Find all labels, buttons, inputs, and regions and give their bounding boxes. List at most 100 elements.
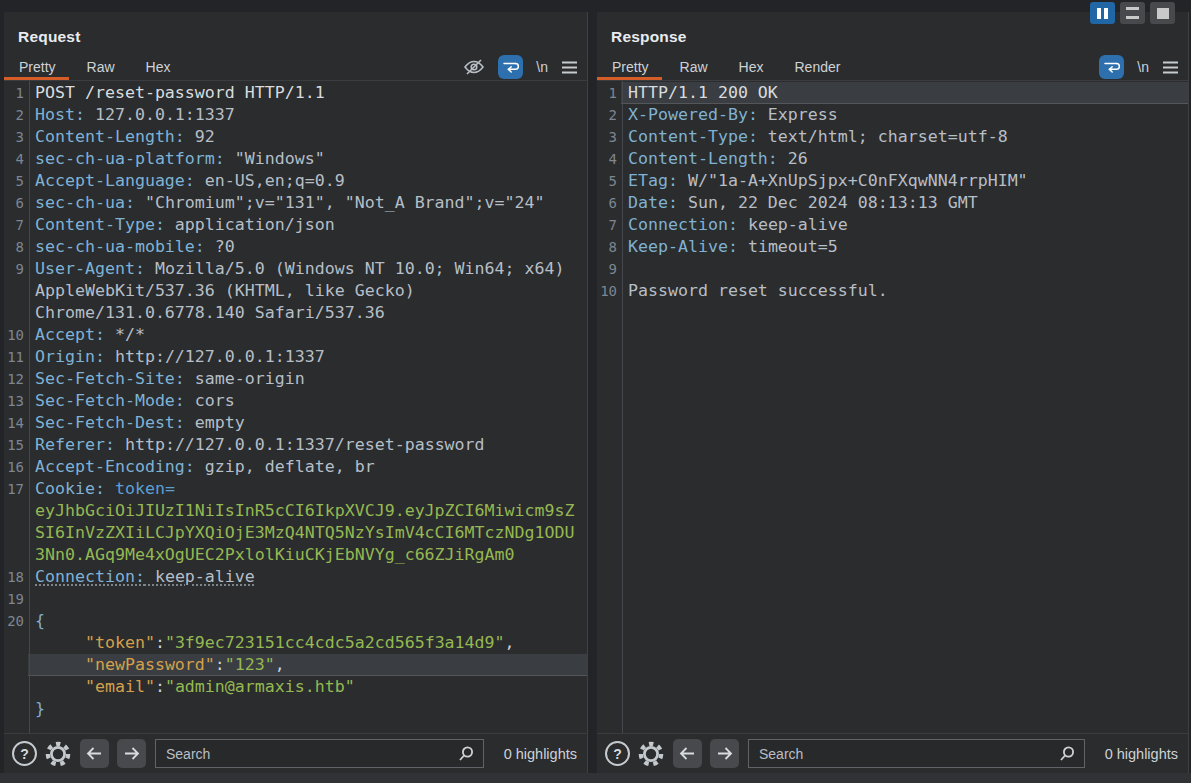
line-number: 3 bbox=[4, 126, 24, 148]
request-editor[interactable]: 1POST /reset-password HTTP/1.12Host: 127… bbox=[4, 80, 587, 733]
response-search-bar: ? bbox=[597, 733, 1188, 773]
code-line[interactable]: } bbox=[4, 698, 587, 720]
tab-render[interactable]: Render bbox=[795, 59, 841, 75]
previous-match-button[interactable] bbox=[673, 739, 702, 768]
code-line[interactable]: "newPassword":"123", bbox=[4, 654, 587, 676]
editor-menu-icon[interactable] bbox=[561, 61, 578, 74]
code-line[interactable]: SI6InVzZXIiLCJpYXQiOjE3MzQ4NTQ5NzYsImV4c… bbox=[4, 522, 587, 544]
code-line[interactable]: 7Connection: keep-alive bbox=[597, 214, 1188, 236]
code-text: Sec-Fetch-Mode: cors bbox=[28, 390, 587, 412]
code-line[interactable]: 8sec-ch-ua-mobile: ?0 bbox=[4, 236, 587, 258]
arrow-right-icon bbox=[123, 746, 140, 761]
word-wrap-icon bbox=[1103, 60, 1120, 74]
code-text: Cookie: token= bbox=[28, 478, 587, 500]
response-editor[interactable]: 1HTTP/1.1 200 OK2X-Powered-By: Express3C… bbox=[597, 80, 1188, 733]
code-line[interactable]: 12Sec-Fetch-Site: same-origin bbox=[4, 368, 587, 390]
hide-nonprintable-icon[interactable] bbox=[463, 58, 485, 76]
line-number bbox=[4, 698, 24, 720]
code-line[interactable]: 14Sec-Fetch-Dest: empty bbox=[4, 412, 587, 434]
code-line[interactable]: 18Connection: keep-alive bbox=[4, 566, 587, 588]
code-text: Accept: */* bbox=[28, 324, 587, 346]
tab-pretty-active[interactable]: Pretty bbox=[19, 59, 56, 75]
code-text: Content-Length: 26 bbox=[621, 148, 1188, 170]
code-line[interactable]: 9User-Agent: Mozilla/5.0 (Windows NT 10.… bbox=[4, 258, 587, 280]
layout-button[interactable] bbox=[1120, 2, 1145, 24]
code-line[interactable]: eyJhbGciOiJIUzI1NiIsInR5cCI6IkpXVCJ9.eyJ… bbox=[4, 500, 587, 522]
code-line[interactable]: 5ETag: W/"1a-A+XnUpSjpx+C0nFXqwNN4rrpHIM… bbox=[597, 170, 1188, 192]
code-text: Origin: http://127.0.0.1:1337 bbox=[28, 346, 587, 368]
code-line[interactable]: 5Accept-Language: en-US,en;q=0.9 bbox=[4, 170, 587, 192]
line-number: 9 bbox=[597, 258, 617, 280]
code-text: sec-ch-ua-mobile: ?0 bbox=[28, 236, 587, 258]
pause-button[interactable] bbox=[1090, 2, 1115, 24]
code-line[interactable]: 3Content-Length: 92 bbox=[4, 126, 587, 148]
tab-raw[interactable]: Raw bbox=[680, 59, 708, 75]
line-number: 16 bbox=[4, 456, 24, 478]
newline-toggle[interactable]: \n bbox=[1137, 59, 1149, 75]
code-line[interactable]: 13Sec-Fetch-Mode: cors bbox=[4, 390, 587, 412]
next-match-button[interactable] bbox=[710, 739, 739, 768]
code-line[interactable]: 6Date: Sun, 22 Dec 2024 08:13:13 GMT bbox=[597, 192, 1188, 214]
code-text: Accept-Encoding: gzip, deflate, br bbox=[28, 456, 587, 478]
code-line[interactable]: 11Origin: http://127.0.0.1:1337 bbox=[4, 346, 587, 368]
code-line[interactable]: 17Cookie: token= bbox=[4, 478, 587, 500]
code-line[interactable]: 8Keep-Alive: timeout=5 bbox=[597, 236, 1188, 258]
code-line[interactable]: 10Password reset successful. bbox=[597, 280, 1188, 302]
help-icon[interactable]: ? bbox=[605, 741, 630, 766]
code-line[interactable]: 1POST /reset-password HTTP/1.1 bbox=[4, 82, 587, 104]
line-number: 14 bbox=[4, 412, 24, 434]
editor-menu-icon[interactable] bbox=[1162, 61, 1179, 74]
settings-gear-icon[interactable] bbox=[44, 740, 72, 768]
code-line[interactable]: 3Content-Type: text/html; charset=utf-8 bbox=[597, 126, 1188, 148]
code-line[interactable]: 1HTTP/1.1 200 OK bbox=[597, 82, 1188, 104]
code-line[interactable]: 4Content-Length: 26 bbox=[597, 148, 1188, 170]
search-input[interactable] bbox=[164, 745, 457, 763]
help-icon[interactable]: ? bbox=[12, 741, 37, 766]
code-text: Sec-Fetch-Site: same-origin bbox=[28, 368, 587, 390]
settings-gear-icon[interactable] bbox=[637, 740, 665, 768]
line-number: 20 bbox=[4, 610, 24, 632]
code-line[interactable]: AppleWebKit/537.36 (KHTML, like Gecko) bbox=[4, 280, 587, 302]
window-controls bbox=[1090, 2, 1175, 24]
code-text: User-Agent: Mozilla/5.0 (Windows NT 10.0… bbox=[28, 258, 587, 280]
code-line[interactable]: "token":"3f9ec723151cc4cdc5a2cd565f3a14d… bbox=[4, 632, 587, 654]
previous-match-button[interactable] bbox=[80, 739, 109, 768]
line-number: 1 bbox=[4, 82, 24, 104]
tab-pretty-active[interactable]: Pretty bbox=[612, 59, 649, 75]
tab-raw[interactable]: Raw bbox=[87, 59, 115, 75]
line-number bbox=[4, 654, 24, 676]
stop-button[interactable] bbox=[1150, 2, 1175, 24]
code-line[interactable]: 4sec-ch-ua-platform: "Windows" bbox=[4, 148, 587, 170]
search-input[interactable] bbox=[757, 745, 1058, 763]
code-text: { bbox=[28, 610, 587, 632]
code-text: Keep-Alive: timeout=5 bbox=[621, 236, 1188, 258]
search-box[interactable] bbox=[155, 739, 484, 768]
code-line[interactable]: 20{ bbox=[4, 610, 587, 632]
code-line[interactable]: Chrome/131.0.6778.140 Safari/537.36 bbox=[4, 302, 587, 324]
code-line[interactable]: 15Referer: http://127.0.0.1:1337/reset-p… bbox=[4, 434, 587, 456]
search-box[interactable] bbox=[748, 739, 1085, 768]
tab-hex[interactable]: Hex bbox=[146, 59, 171, 75]
code-line[interactable]: 7Content-Type: application/json bbox=[4, 214, 587, 236]
word-wrap-button[interactable] bbox=[498, 55, 523, 79]
tab-hex[interactable]: Hex bbox=[739, 59, 764, 75]
code-line[interactable]: 19 bbox=[4, 588, 587, 610]
repeater-view: Request Pretty Raw Hex bbox=[0, 0, 1191, 783]
code-line[interactable]: 9 bbox=[597, 258, 1188, 280]
code-line[interactable]: "email":"admin@armaxis.htb" bbox=[4, 676, 587, 698]
code-line[interactable]: 10Accept: */* bbox=[4, 324, 587, 346]
code-line[interactable]: 2Host: 127.0.0.1:1337 bbox=[4, 104, 587, 126]
code-text: HTTP/1.1 200 OK bbox=[621, 82, 1188, 104]
code-line[interactable]: 3Nn0.AGq9Me4xOgUEC2PxlolKiuCKjEbNVYg_c66… bbox=[4, 544, 587, 566]
newline-toggle[interactable]: \n bbox=[536, 59, 548, 75]
code-line[interactable]: 6sec-ch-ua: "Chromium";v="131", "Not_A B… bbox=[4, 192, 587, 214]
request-panel-title: Request bbox=[18, 27, 587, 46]
code-line[interactable]: 16Accept-Encoding: gzip, deflate, br bbox=[4, 456, 587, 478]
word-wrap-button[interactable] bbox=[1099, 55, 1124, 79]
line-number: 5 bbox=[4, 170, 24, 192]
line-number bbox=[4, 632, 24, 654]
code-text: "newPassword":"123", bbox=[28, 654, 587, 676]
code-text: Connection: keep-alive bbox=[621, 214, 1188, 236]
code-line[interactable]: 2X-Powered-By: Express bbox=[597, 104, 1188, 126]
next-match-button[interactable] bbox=[117, 739, 146, 768]
